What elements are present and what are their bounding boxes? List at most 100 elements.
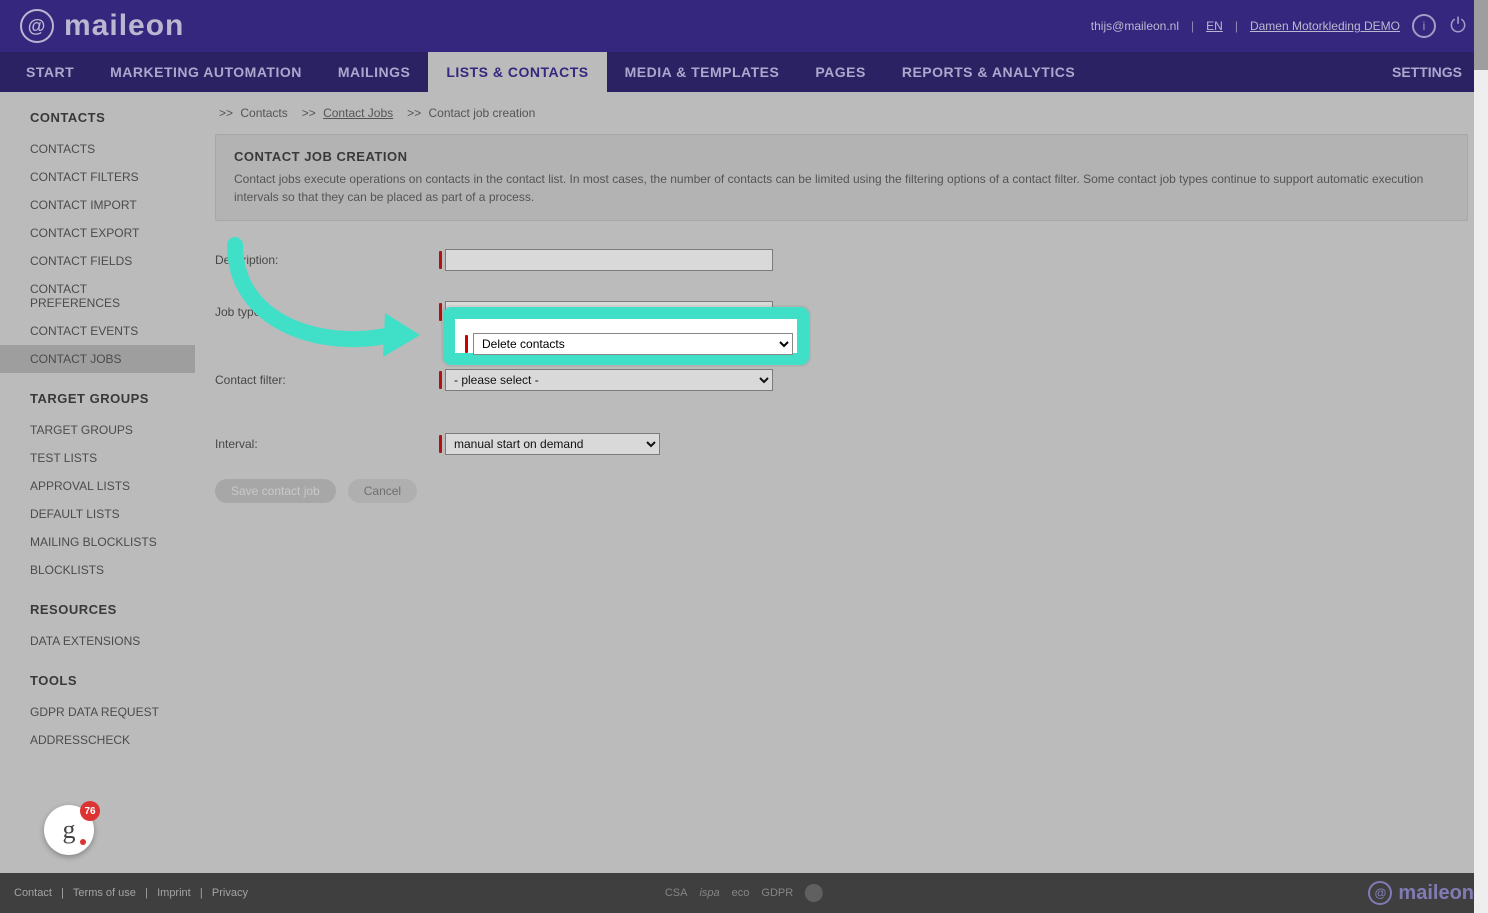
language-link[interactable]: EN (1206, 19, 1223, 33)
interval-label: Interval: (215, 437, 445, 451)
breadcrumb-sep: >> (302, 106, 316, 120)
footer-logo: @ maileon (1368, 881, 1474, 905)
form-row-jobtype: Job type: Delete contacts (215, 295, 1468, 329)
sidebar-item-target-groups[interactable]: TARGET GROUPS (0, 416, 195, 444)
info-icon[interactable]: i (1412, 14, 1436, 38)
nav-marketing-automation[interactable]: MARKETING AUTOMATION (92, 52, 320, 92)
contact-filter-label: Contact filter: (215, 373, 445, 387)
info-panel: CONTACT JOB CREATION Contact jobs execut… (215, 134, 1468, 221)
form-row-description: Description: (215, 243, 1468, 277)
description-input-wrap (445, 249, 773, 271)
sidebar: CONTACTS CONTACTS CONTACT FILTERS CONTAC… (0, 92, 195, 873)
cancel-button[interactable]: Cancel (348, 479, 417, 503)
sidebar-header-contacts: CONTACTS (0, 92, 195, 135)
badge-eco: eco (732, 887, 750, 899)
separator: | (1235, 19, 1238, 33)
breadcrumb: >> Contacts >> Contact Jobs >> Contact j… (215, 92, 1468, 134)
jobtype-label: Job type: (215, 305, 445, 319)
contact-job-form: Description: Job type: Delete contacts C… (215, 243, 1468, 503)
required-indicator (439, 435, 442, 453)
breadcrumb-sep: >> (407, 106, 421, 120)
panel-description: Contact jobs execute operations on conta… (234, 170, 1449, 206)
navbar: START MARKETING AUTOMATION MAILINGS LIST… (0, 52, 1488, 92)
scrollbar-track[interactable] (1474, 0, 1488, 913)
nav-reports-analytics[interactable]: REPORTS & ANALYTICS (884, 52, 1093, 92)
panel-title: CONTACT JOB CREATION (234, 149, 1449, 164)
separator: | (1191, 19, 1194, 33)
footer-privacy[interactable]: Privacy (212, 887, 248, 899)
nav-pages[interactable]: PAGES (797, 52, 883, 92)
button-row: Save contact job Cancel (215, 479, 1468, 503)
sidebar-header-target-groups: TARGET GROUPS (0, 373, 195, 416)
sidebar-item-contact-filters[interactable]: CONTACT FILTERS (0, 163, 195, 191)
required-indicator (439, 303, 442, 321)
description-label: Description: (215, 253, 445, 267)
form-row-contact-filter: Contact filter: - please select - (215, 363, 1468, 397)
content: >> Contacts >> Contact Jobs >> Contact j… (195, 92, 1488, 873)
badge-csa: CSA (665, 887, 688, 899)
sidebar-item-contact-fields[interactable]: CONTACT FIELDS (0, 247, 195, 275)
footer-contact[interactable]: Contact (14, 887, 52, 899)
scrollbar-thumb[interactable] (1474, 0, 1488, 70)
interval-select-wrap: manual start on demand (445, 433, 660, 455)
breadcrumb-sep: >> (219, 106, 233, 120)
breadcrumb-contact-jobs[interactable]: Contact Jobs (323, 106, 393, 120)
breadcrumb-current: Contact job creation (429, 106, 536, 120)
sidebar-item-addresscheck[interactable]: ADDRESSCHECK (0, 726, 195, 754)
contact-filter-select[interactable]: - please select - (445, 369, 773, 391)
sidebar-item-contact-preferences[interactable]: CONTACT PREFERENCES (0, 275, 195, 317)
footer-badges: CSA ispa eco GDPR (665, 884, 823, 902)
nav-start[interactable]: START (8, 52, 92, 92)
user-email: thijs@maileon.nl (1091, 19, 1179, 33)
breadcrumb-contacts[interactable]: Contacts (240, 106, 287, 120)
interval-select[interactable]: manual start on demand (445, 433, 660, 455)
required-indicator (439, 251, 442, 269)
power-icon[interactable]: ⏻ (1448, 16, 1468, 36)
logo: @ maileon (20, 9, 184, 43)
main: CONTACTS CONTACTS CONTACT FILTERS CONTAC… (0, 92, 1488, 873)
contact-filter-select-wrap: - please select - (445, 369, 773, 391)
logo-text: maileon (64, 9, 184, 43)
sidebar-item-blocklists[interactable]: BLOCKLISTS (0, 556, 195, 584)
required-indicator (465, 335, 468, 353)
sidebar-item-gdpr-data-request[interactable]: GDPR DATA REQUEST (0, 698, 195, 726)
user-area: thijs@maileon.nl | EN | Damen Motorkledi… (1091, 14, 1468, 38)
sidebar-header-resources: RESOURCES (0, 584, 195, 627)
save-contact-job-button[interactable]: Save contact job (215, 479, 336, 503)
account-link[interactable]: Damen Motorkleding DEMO (1250, 19, 1400, 33)
sidebar-item-contact-export[interactable]: CONTACT EXPORT (0, 219, 195, 247)
badge-seal-icon (805, 884, 823, 902)
sidebar-header-tools: TOOLS (0, 655, 195, 698)
nav-mailings[interactable]: MAILINGS (320, 52, 428, 92)
description-input[interactable] (445, 249, 773, 271)
footer-terms[interactable]: Terms of use (73, 887, 136, 899)
nav-lists-contacts[interactable]: LISTS & CONTACTS (428, 52, 606, 92)
footer-imprint[interactable]: Imprint (157, 887, 191, 899)
nav-media-templates[interactable]: MEDIA & TEMPLATES (607, 52, 798, 92)
sidebar-item-default-lists[interactable]: DEFAULT LISTS (0, 500, 195, 528)
highlight-inner: Delete contacts (473, 333, 781, 355)
nav-settings[interactable]: SETTINGS (1374, 52, 1480, 92)
sidebar-item-contacts[interactable]: CONTACTS (0, 135, 195, 163)
chat-badge: 76 (80, 801, 100, 821)
sidebar-item-contact-import[interactable]: CONTACT IMPORT (0, 191, 195, 219)
sidebar-item-contact-jobs[interactable]: CONTACT JOBS (0, 345, 195, 373)
required-indicator (439, 371, 442, 389)
footer-logo-icon: @ (1368, 881, 1392, 905)
sidebar-item-mailing-blocklists[interactable]: MAILING BLOCKLISTS (0, 528, 195, 556)
form-row-interval: Interval: manual start on demand (215, 427, 1468, 461)
badge-ispa: ispa (699, 887, 719, 899)
logo-icon: @ (20, 9, 54, 43)
badge-gdpr: GDPR (761, 887, 793, 899)
footer-logo-text: maileon (1398, 882, 1474, 905)
chat-widget[interactable]: g 76 (44, 805, 94, 855)
chat-dot-icon (80, 839, 86, 845)
sidebar-item-test-lists[interactable]: TEST LISTS (0, 444, 195, 472)
footer: Contact | Terms of use | Imprint | Priva… (0, 873, 1488, 913)
highlight-jobtype: Delete contacts (443, 307, 809, 365)
sidebar-item-contact-events[interactable]: CONTACT EVENTS (0, 317, 195, 345)
topbar: @ maileon thijs@maileon.nl | EN | Damen … (0, 0, 1488, 52)
sidebar-item-data-extensions[interactable]: DATA EXTENSIONS (0, 627, 195, 655)
sidebar-item-approval-lists[interactable]: APPROVAL LISTS (0, 472, 195, 500)
jobtype-select-highlighted[interactable]: Delete contacts (473, 333, 793, 355)
